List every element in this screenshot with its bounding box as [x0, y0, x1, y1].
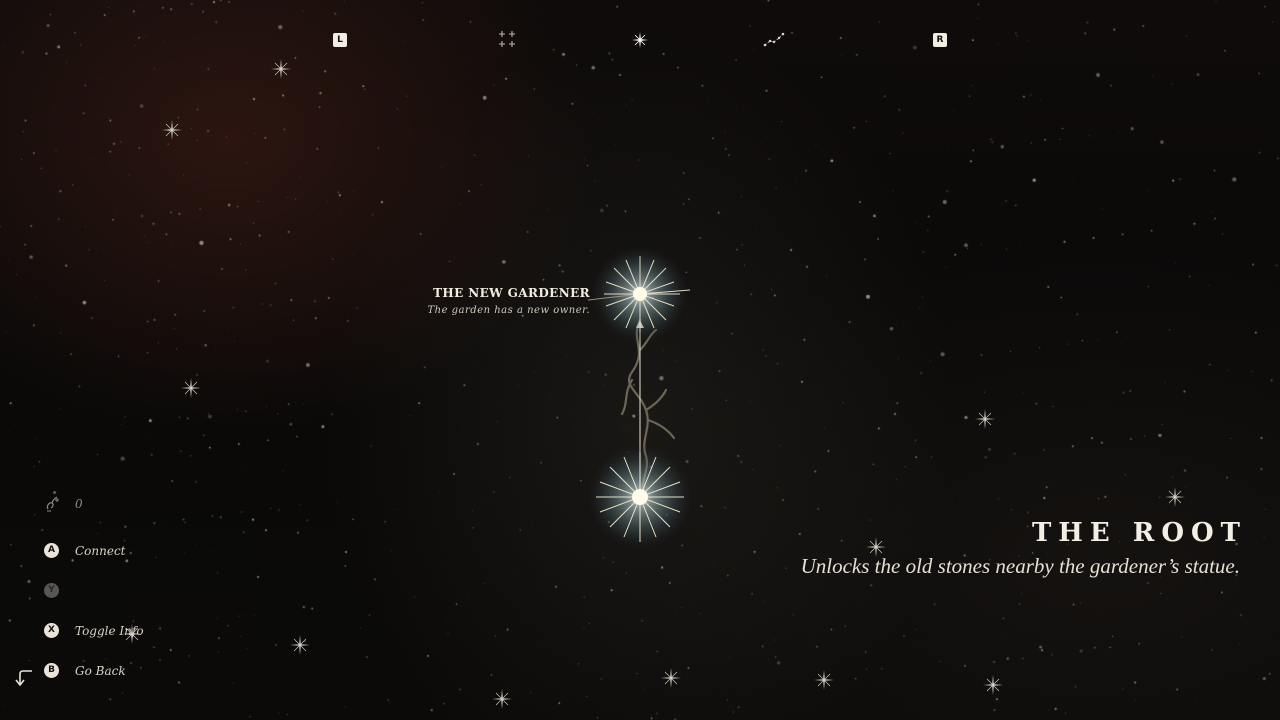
info-title: THE ROOT	[1031, 518, 1247, 548]
star-node-description: The garden has a new owner.	[427, 305, 590, 316]
star-node-title: THE NEW GARDENER	[433, 286, 590, 300]
x-button-icon: X	[44, 623, 59, 638]
y-button-icon: Y	[44, 583, 59, 598]
connect-label: Connect	[75, 544, 126, 558]
info-description: Unlocks the old stones nearby the garden…	[800, 554, 1240, 578]
seed-icon	[42, 494, 62, 514]
star-map-screen: L R THE NEW GARDENER The garden has a ne…	[0, 0, 1280, 720]
button-prompts: 0 A Connect Y X Toggle Info B Go Back	[0, 0, 300, 720]
b-button-icon: B	[44, 663, 59, 678]
a-button-icon: A	[44, 543, 59, 558]
seed-counter: 0	[75, 497, 83, 511]
star-node-label: THE NEW GARDENER The garden has a new ow…	[427, 286, 590, 316]
star-node-the-root[interactable]	[586, 443, 694, 551]
return-arrow-icon[interactable]	[14, 666, 36, 688]
go-back-label: Go Back	[75, 664, 126, 678]
star-node-the-new-gardener[interactable]	[587, 244, 691, 344]
info-panel: THE ROOT Unlocks the old stones nearby t…	[801, 518, 1240, 579]
toggle-info-label: Toggle Info	[75, 624, 144, 638]
